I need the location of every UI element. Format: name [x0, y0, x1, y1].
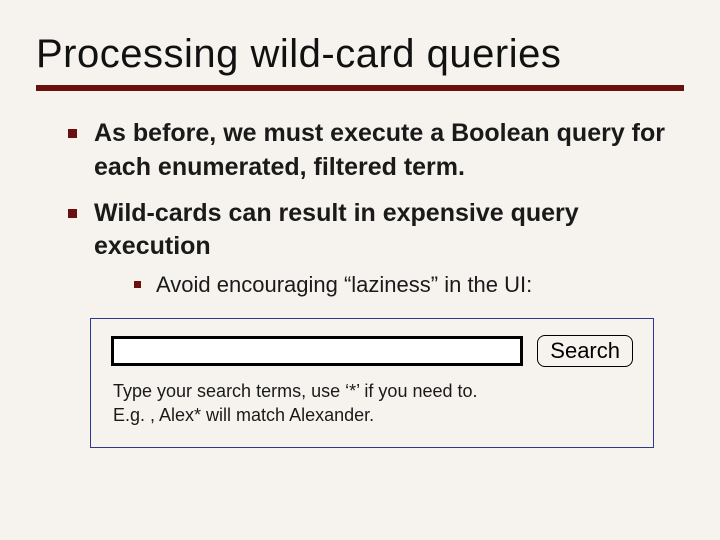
sub-bullet-item: Avoid encouraging “laziness” in the UI: [132, 270, 676, 300]
search-button[interactable]: Search [537, 335, 633, 367]
bullet-item: As before, we must execute a Boolean que… [64, 117, 676, 185]
bullet-text: As before, we must execute a Boolean que… [94, 119, 665, 181]
slide: Processing wild-card queries As before, … [0, 0, 720, 540]
slide-title: Processing wild-card queries [36, 32, 684, 77]
search-input[interactable] [111, 336, 523, 366]
bullet-text: Wild-cards can result in expensive query… [94, 199, 579, 261]
bullet-item: Wild-cards can result in expensive query… [64, 197, 676, 300]
bullet-list: As before, we must execute a Boolean que… [36, 117, 684, 300]
sub-bullet-list: Avoid encouraging “laziness” in the UI: [94, 270, 676, 300]
sub-bullet-text: Avoid encouraging “laziness” in the UI: [156, 272, 532, 297]
search-hint: Type your search terms, use ‘*’ if you n… [113, 379, 633, 428]
search-row: Search [111, 335, 633, 367]
title-rule [36, 85, 684, 91]
search-panel: Search Type your search terms, use ‘*’ i… [90, 318, 654, 449]
